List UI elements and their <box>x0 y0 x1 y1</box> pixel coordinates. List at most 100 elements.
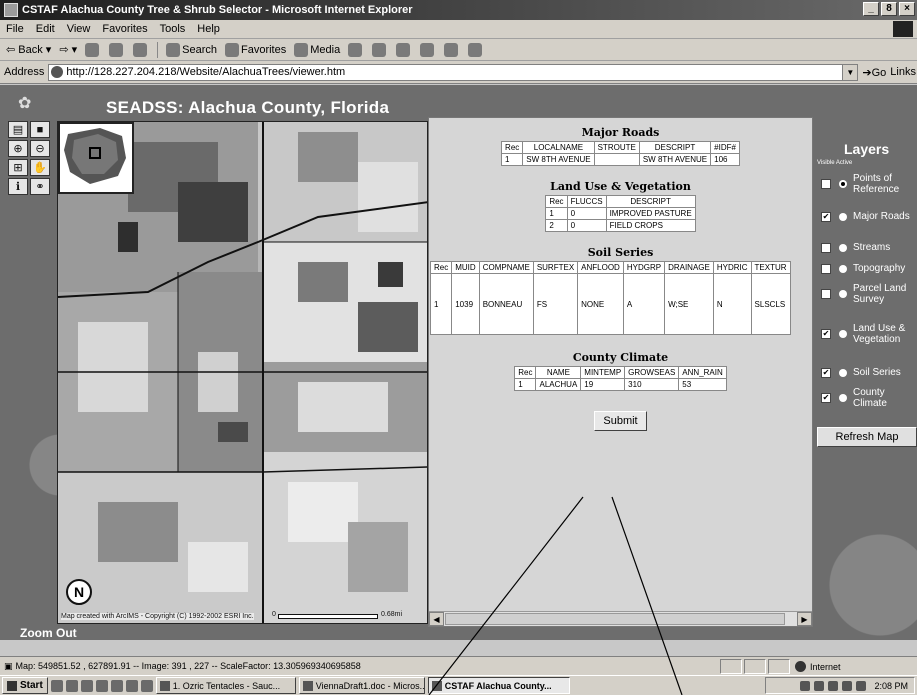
toggle-legend-icon[interactable]: ▤ <box>8 121 28 138</box>
table-cell: N <box>713 274 751 334</box>
back-button[interactable]: ⇦ Back ▾ <box>6 43 51 56</box>
overview-map[interactable] <box>58 122 134 194</box>
table-row: 1 ALACHUA 19 310 53 <box>515 379 726 390</box>
identify-icon[interactable]: ℹ <box>8 178 28 195</box>
layer-label: Soil Series <box>853 367 901 378</box>
start-button[interactable]: Start <box>2 677 48 694</box>
table-cell: 0 <box>567 208 606 219</box>
tray-icon[interactable] <box>842 680 853 691</box>
status-bar: ▣ Map: 549851.52 , 627891.91 -- Image: 3… <box>0 656 917 675</box>
menu-help[interactable]: Help <box>197 23 220 35</box>
table-row: 1 1039 BONNEAU FS NONE A W;SE N SLSCLS <box>431 274 790 334</box>
address-input[interactable]: http://128.227.204.218/Website/AlachuaTr… <box>48 63 859 81</box>
app-quicklaunch-icon[interactable] <box>140 679 153 692</box>
task-button-music[interactable]: 1. Ozric Tentacles - Sauc... <box>155 677 296 694</box>
minimize-button[interactable]: _ <box>863 2 879 16</box>
layer-active-radio[interactable] <box>839 394 847 402</box>
table-cell: 1 <box>502 154 523 165</box>
menu-tools[interactable]: Tools <box>160 23 186 35</box>
maximize-button[interactable]: 8 <box>881 2 897 16</box>
layer-label: Points of Reference <box>853 173 900 195</box>
layer-active-radio[interactable] <box>839 264 847 273</box>
forward-button[interactable]: ⇨ ▾ <box>59 43 77 56</box>
toolbar-separator <box>157 41 159 58</box>
media-button[interactable]: Media <box>294 42 341 57</box>
layer-active-radio[interactable] <box>839 368 847 377</box>
tray-icon[interactable] <box>814 680 825 691</box>
zoom-in-icon[interactable]: ⊕ <box>8 140 28 157</box>
menu-file[interactable]: File <box>6 23 24 35</box>
table-cell: A <box>623 274 665 334</box>
ie-quicklaunch-icon[interactable] <box>65 679 78 692</box>
table-header: TEXTUR <box>751 262 790 273</box>
links-button[interactable]: Links <box>890 66 916 78</box>
home-icon[interactable] <box>133 42 148 57</box>
tray-icon[interactable] <box>828 680 839 691</box>
close-button[interactable]: × <box>899 2 915 16</box>
layer-active-radio[interactable] <box>839 180 847 188</box>
layer-active-radio[interactable] <box>839 330 847 338</box>
history-icon[interactable] <box>348 42 363 57</box>
zoom-out-icon[interactable]: ⊖ <box>30 140 50 157</box>
scroll-thumb[interactable] <box>445 613 785 625</box>
map-canvas[interactable] <box>58 122 428 624</box>
layer-visible-checkbox[interactable] <box>821 263 831 274</box>
layer-visible-checkbox[interactable]: ✔ <box>821 367 831 378</box>
table-cell: ALACHUA <box>536 379 581 390</box>
discuss-icon[interactable] <box>444 42 459 57</box>
refresh-icon[interactable] <box>109 42 124 57</box>
mail-icon[interactable] <box>372 42 387 57</box>
binoculars-icon[interactable]: ⚭ <box>30 178 50 195</box>
desktop-icon[interactable] <box>80 679 93 692</box>
scroll-left-icon[interactable]: ◀ <box>429 612 444 626</box>
outlook-icon[interactable] <box>95 679 108 692</box>
task-button-ie[interactable]: CSTAF Alachua County... <box>427 677 570 694</box>
layer-active-radio[interactable] <box>839 243 847 252</box>
scroll-right-icon[interactable]: ▶ <box>797 612 812 626</box>
status-segment <box>744 659 766 674</box>
layer-label: Topography <box>853 263 906 274</box>
layer-visible-checkbox[interactable]: ✔ <box>821 393 831 403</box>
scale-bar <box>278 614 378 619</box>
table-cell: 0 <box>567 220 606 231</box>
messenger-icon[interactable] <box>468 42 483 57</box>
pan-hand-icon[interactable]: ✋ <box>30 159 50 176</box>
layer-visible-checkbox[interactable] <box>821 179 831 189</box>
edit-icon[interactable] <box>420 42 435 57</box>
layer-visible-checkbox[interactable] <box>821 242 831 253</box>
menu-edit[interactable]: Edit <box>36 23 55 35</box>
table-header: NAME <box>536 367 581 378</box>
layer-row: Streams <box>821 242 917 253</box>
table-header: #IDF# <box>711 142 739 153</box>
layer-visible-checkbox[interactable] <box>821 289 831 299</box>
print-icon[interactable] <box>396 42 411 57</box>
menu-favorites[interactable]: Favorites <box>102 23 147 35</box>
table-header: GROWSEAS <box>625 367 679 378</box>
clock: 2:08 PM <box>874 680 908 691</box>
table-header: MUID <box>452 262 479 273</box>
task-button-word[interactable]: ViennaDraft1.doc - Micros... <box>298 677 425 694</box>
media-label: Media <box>310 43 341 56</box>
app-quicklaunch-icon[interactable] <box>110 679 123 692</box>
stop-icon[interactable] <box>85 42 100 57</box>
toggle-overview-icon[interactable]: ■ <box>30 121 50 138</box>
address-dropdown-icon[interactable]: ▼ <box>842 64 858 80</box>
media-player-icon[interactable] <box>50 679 63 692</box>
full-extent-icon[interactable]: ⊞ <box>8 159 28 176</box>
refresh-map-button[interactable]: Refresh Map <box>817 427 917 447</box>
layer-active-radio[interactable] <box>839 290 847 298</box>
layer-visible-checkbox[interactable]: ✔ <box>821 329 831 339</box>
tray-icon[interactable] <box>800 680 811 691</box>
layer-active-radio[interactable] <box>839 212 847 221</box>
layer-visible-checkbox[interactable]: ✔ <box>821 211 831 222</box>
tray-icon[interactable] <box>856 680 867 691</box>
map-view[interactable]: N Map created with ArcIMS - Copyright (C… <box>57 121 428 624</box>
menu-view[interactable]: View <box>67 23 91 35</box>
search-button[interactable]: Search <box>166 42 217 57</box>
submit-button[interactable]: Submit <box>594 411 647 431</box>
favorites-button[interactable]: Favorites <box>224 42 286 57</box>
go-button[interactable]: ➔Go <box>862 66 886 79</box>
results-horizontal-scrollbar[interactable]: ◀ ▶ <box>429 611 812 626</box>
app-quicklaunch-icon[interactable] <box>125 679 138 692</box>
table-cell: SW 8TH AVENUE <box>523 154 594 165</box>
